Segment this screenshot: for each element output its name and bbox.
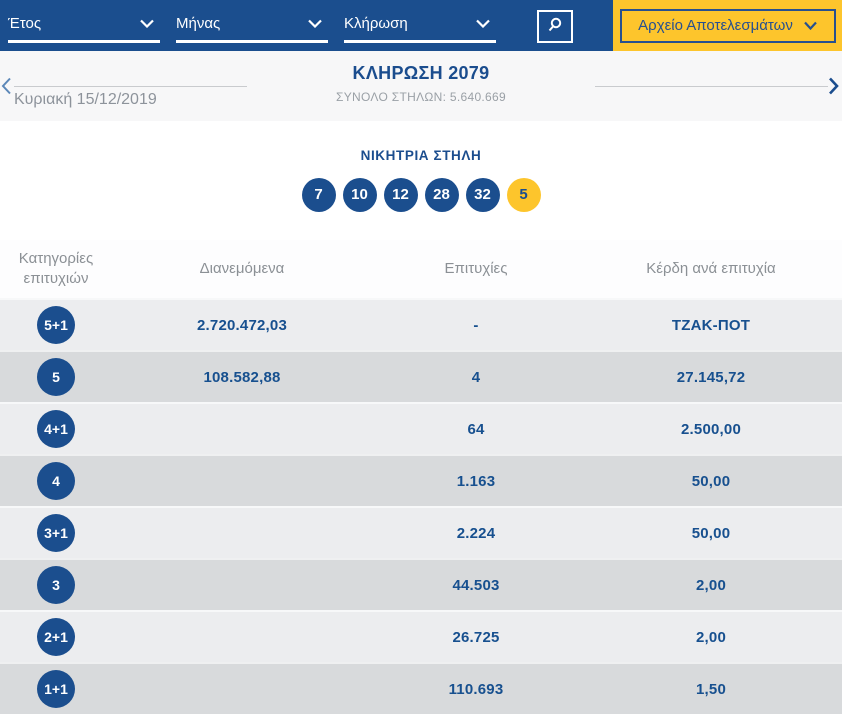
chevron-down-icon xyxy=(476,15,490,32)
prize-cell: ΤΖΑΚ-ΠΟΤ xyxy=(580,317,842,334)
draw-dropdown[interactable]: Κλήρωση xyxy=(344,15,496,43)
winners-cell: 110.693 xyxy=(372,681,580,698)
search-button[interactable] xyxy=(537,10,573,43)
category-badge: 4+1 xyxy=(37,410,75,448)
table-row: 4 1.16350,00 xyxy=(0,454,842,506)
draw-info-strip: Κυριακή 15/12/2019 ΚΛΗΡΩΣΗ 2079 ΣΥΝΟΛΟ Σ… xyxy=(0,51,842,121)
number-ball: 10 xyxy=(343,178,377,212)
winners-cell: 64 xyxy=(372,421,580,438)
draw-dropdown-label: Κλήρωση xyxy=(344,15,408,32)
table-row: 4+1 642.500,00 xyxy=(0,402,842,454)
draw-title: ΚΛΗΡΩΣΗ 2079 xyxy=(0,63,842,84)
joker-ball: 5 xyxy=(507,178,541,212)
results-table-body: 5+12.720.472,03-ΤΖΑΚ-ΠΟΤ5108.582,88427.1… xyxy=(0,298,842,714)
prize-cell: 50,00 xyxy=(580,473,842,490)
month-dropdown-label: Μήνας xyxy=(176,15,220,32)
draw-heading: ΚΛΗΡΩΣΗ 2079 ΣΥΝΟΛΟ ΣΤΗΛΩΝ: 5.640.669 xyxy=(0,51,842,104)
year-dropdown[interactable]: Έτος xyxy=(8,15,160,43)
chevron-down-icon xyxy=(804,17,817,34)
search-icon xyxy=(546,16,564,37)
archive-results-button[interactable]: Αρχείο Αποτελεσμάτων xyxy=(620,9,836,43)
archive-results-label: Αρχείο Αποτελεσμάτων xyxy=(638,17,793,34)
winners-cell: 44.503 xyxy=(372,577,580,594)
winners-cell: - xyxy=(372,317,580,334)
column-header-distributed: Διανεμόμενα xyxy=(112,259,372,279)
category-badge: 5 xyxy=(37,358,75,396)
year-dropdown-label: Έτος xyxy=(8,15,41,32)
number-ball: 7 xyxy=(302,178,336,212)
prize-cell: 50,00 xyxy=(580,525,842,542)
prize-cell: 2.500,00 xyxy=(580,421,842,438)
winning-numbers: 7101228325 xyxy=(0,178,842,212)
winners-cell: 4 xyxy=(372,369,580,386)
column-header-categories: Κατηγορίες επιτυχιών xyxy=(8,249,104,290)
top-bar: Έτος Μήνας Κλήρωση xyxy=(0,0,842,51)
distributed-cell: 2.720.472,03 xyxy=(112,317,372,334)
number-ball: 12 xyxy=(384,178,418,212)
results-table-header: Κατηγορίες επιτυχιών Διανεμόμενα Επιτυχί… xyxy=(0,240,842,298)
divider-line-right xyxy=(595,86,828,87)
number-ball: 32 xyxy=(466,178,500,212)
winners-cell: 2.224 xyxy=(372,525,580,542)
winners-cell: 1.163 xyxy=(372,473,580,490)
category-badge: 5+1 xyxy=(37,306,75,344)
category-badge: 2+1 xyxy=(37,618,75,656)
total-columns-label: ΣΥΝΟΛΟ ΣΤΗΛΩΝ: 5.640.669 xyxy=(0,90,842,104)
prize-cell: 1,50 xyxy=(580,681,842,698)
table-row: 3+1 2.22450,00 xyxy=(0,506,842,558)
table-row: 2+1 26.7252,00 xyxy=(0,610,842,662)
next-draw-button[interactable] xyxy=(828,77,839,98)
winning-column-section: ΝΙΚΗΤΡΙΑ ΣΤΗΛΗ 7101228325 xyxy=(0,121,842,240)
filters-bar: Έτος Μήνας Κλήρωση xyxy=(0,0,613,51)
chevron-down-icon xyxy=(308,15,322,32)
prize-cell: 2,00 xyxy=(580,629,842,646)
category-badge: 3+1 xyxy=(37,514,75,552)
distributed-cell: 108.582,88 xyxy=(112,369,372,386)
column-header-prize: Κέρδη ανά επιτυχία xyxy=(580,259,842,279)
column-header-winners: Επιτυχίες xyxy=(372,259,580,279)
prize-cell: 2,00 xyxy=(580,577,842,594)
table-row: 3 44.5032,00 xyxy=(0,558,842,610)
table-row: 5 108.582,88427.145,72 xyxy=(0,350,842,402)
table-row: 5+1 2.720.472,03-ΤΖΑΚ-ΠΟΤ xyxy=(0,298,842,350)
results-table: Κατηγορίες επιτυχιών Διανεμόμενα Επιτυχί… xyxy=(0,240,842,714)
chevron-right-icon xyxy=(828,83,839,98)
winning-column-title: ΝΙΚΗΤΡΙΑ ΣΤΗΛΗ xyxy=(0,121,842,163)
category-badge: 4 xyxy=(37,462,75,500)
category-badge: 1+1 xyxy=(37,670,75,708)
month-dropdown[interactable]: Μήνας xyxy=(176,15,328,43)
prize-cell: 27.145,72 xyxy=(580,369,842,386)
category-badge: 3 xyxy=(37,566,75,604)
winners-cell: 26.725 xyxy=(372,629,580,646)
archive-area: Αρχείο Αποτελεσμάτων xyxy=(613,0,842,51)
chevron-down-icon xyxy=(140,15,154,32)
table-row: 1+1 110.6931,50 xyxy=(0,662,842,714)
number-ball: 28 xyxy=(425,178,459,212)
